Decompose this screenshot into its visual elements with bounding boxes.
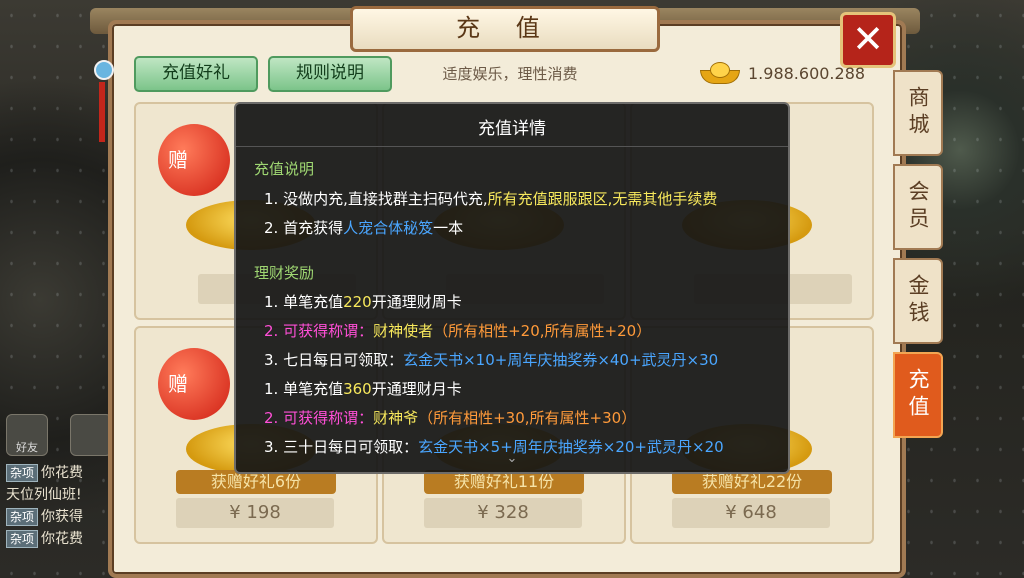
section-title: 理财奖励 [254, 264, 315, 282]
chat-line: 杂项 你获得 [6, 506, 118, 528]
detail-highlight: 玄金天书×10+周年庆抽奖券×40+武灵丹×30 [403, 351, 719, 369]
detail-text: 一本 [433, 219, 464, 237]
price-button[interactable]: ¥ 198 [176, 498, 334, 528]
friends-icon[interactable]: 好友 [6, 414, 48, 456]
divider [236, 146, 788, 147]
detail-highlight: 2. 可获得称谓： [264, 409, 374, 427]
detail-text: 3. 三十日每日可领取： [264, 438, 419, 456]
chat-text: 你花费 [41, 531, 84, 547]
recharge-details-dialog[interactable]: 充值详情 充值说明 1. 没做内充,直接找群主扫码代充,所有充值跟服跟区,无需其… [234, 102, 790, 474]
chat-line: 杂项 你花费 [6, 528, 118, 550]
detail-line: 2. 首充获得人宠合体秘笈一本 [264, 217, 463, 238]
detail-highlight: 财神使者 [373, 322, 434, 340]
price-button[interactable]: ¥ 648 [672, 498, 830, 528]
detail-highlight: 360 [343, 380, 372, 398]
chat-tag: 杂项 [6, 508, 39, 526]
detail-text: 1. 单笔充值 [264, 293, 344, 311]
tab-member[interactable]: 会员 [893, 164, 943, 250]
section-title: 充值说明 [254, 160, 315, 178]
window-title-text: 充 值 [456, 14, 554, 42]
close-button[interactable]: ✕ [840, 12, 896, 68]
tab-shop[interactable]: 商城 [893, 70, 943, 156]
pendant-decoration-icon [90, 42, 114, 152]
chat-feed: 杂项 你花费 天位列仙班! 杂项 你获得 杂项 你花费 [6, 462, 118, 550]
slogan-text: 适度娱乐，理性消费 [442, 65, 578, 83]
chat-text: 你花费 [41, 465, 84, 481]
detail-text: 开通理财周卡 [371, 293, 462, 311]
gold-balance: 1.988.600.288 [700, 62, 878, 90]
balance-value: 1.988.600.288 [748, 64, 866, 83]
dialog-title: 充值详情 [478, 119, 546, 139]
detail-line: 1. 单笔充值220开通理财周卡 [264, 291, 462, 312]
detail-line: 2. 可获得称谓：财神使者（所有相性+20,所有属性+20） [264, 320, 651, 341]
detail-highlight: 所有充值跟服跟区,无需其他手续费 [487, 190, 718, 208]
chat-text: 天位列仙班! [6, 487, 82, 503]
price-button[interactable]: ¥ 328 [424, 498, 582, 528]
detail-highlight: 玄金天书×5+周年庆抽奖券×20+武灵丹×20 [418, 438, 724, 456]
gold-ingot-icon [700, 62, 740, 84]
detail-highlight: （所有相性+20,所有属性+20） [433, 322, 652, 340]
detail-line: 1. 单笔充值360开通理财月卡 [264, 378, 462, 399]
detail-line: 2. 可获得称谓：财神爷（所有相性+30,所有属性+30） [264, 407, 636, 428]
chat-bubble-icon[interactable] [70, 414, 112, 456]
chat-tag: 杂项 [6, 464, 39, 482]
window-title: 充 值 [350, 6, 660, 52]
gift-button[interactable]: 充值好礼 [134, 56, 258, 92]
chat-line: 天位列仙班! [6, 484, 118, 506]
gift-badge-icon: 赠 [158, 348, 230, 420]
detail-text: 开通理财月卡 [371, 380, 462, 398]
rules-button[interactable]: 规则说明 [268, 56, 392, 92]
detail-text: 1. 单笔充值 [264, 380, 344, 398]
chat-line: 杂项 你花费 [6, 462, 118, 484]
detail-line: 3. 七日每日可领取：玄金天书×10+周年庆抽奖券×40+武灵丹×30 [264, 349, 718, 370]
tab-money[interactable]: 金钱 [893, 258, 943, 344]
detail-text: 3. 七日每日可领取： [264, 351, 404, 369]
detail-text: 1. 没做内充,直接找群主扫码代充, [264, 190, 488, 208]
tab-recharge[interactable]: 充值 [893, 352, 943, 438]
chat-shortcuts: 好友 [6, 414, 118, 456]
scroll-more-icon[interactable]: ⌄ [504, 452, 520, 465]
detail-highlight: 人宠合体秘笈 [343, 219, 434, 237]
detail-highlight: 财神爷 [373, 409, 419, 427]
detail-text: 2. 首充获得 [264, 219, 344, 237]
chat-tag: 杂项 [6, 530, 39, 548]
detail-highlight: 2. 可获得称谓： [264, 322, 374, 340]
detail-highlight: （所有相性+30,所有属性+30） [418, 409, 637, 427]
detail-line: 3. 三十日每日可领取：玄金天书×5+周年庆抽奖券×20+武灵丹×20 [264, 436, 724, 457]
friends-label: 好友 [16, 441, 38, 454]
detail-line: 1. 没做内充,直接找群主扫码代充,所有充值跟服跟区,无需其他手续费 [264, 188, 717, 209]
gift-badge-icon: 赠 [158, 124, 230, 196]
chat-text: 你获得 [41, 509, 84, 525]
detail-highlight: 220 [343, 293, 372, 311]
